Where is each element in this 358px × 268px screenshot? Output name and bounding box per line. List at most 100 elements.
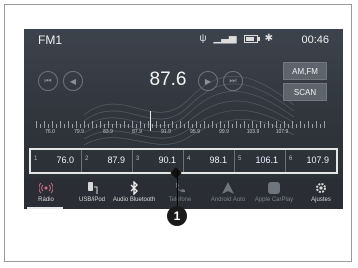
nav-label: Rádio	[38, 197, 54, 203]
scale-label: 99.9	[219, 129, 229, 135]
scale-label: 83.9	[103, 129, 113, 135]
seek-forward-icon: ▶	[204, 76, 212, 86]
skip-back-button[interactable]: ⏮	[38, 71, 58, 91]
scale-label: 87.9	[132, 129, 142, 135]
scale-tick	[320, 124, 321, 128]
scale-tick	[304, 124, 305, 128]
scale-tick	[44, 121, 45, 128]
scale-tick	[80, 124, 81, 128]
scale-tick	[164, 121, 165, 128]
nav-label: Telefone	[168, 197, 192, 203]
callout-number: 1	[167, 206, 187, 226]
scale-tick	[88, 124, 89, 128]
scale-tick	[40, 124, 41, 128]
scale-tick	[248, 124, 249, 128]
seek-back-button[interactable]: ◀	[63, 71, 83, 91]
preset-frequency: 76.0	[56, 155, 74, 165]
scale-tick	[216, 124, 217, 128]
scale-tick	[112, 124, 113, 128]
preset-number: 3	[136, 156, 140, 162]
scale-tick	[84, 121, 85, 128]
nav-audio-bluetooth[interactable]: Audio Bluetooth	[112, 178, 156, 209]
band-label: FM1	[38, 33, 62, 47]
scale-tick	[228, 121, 229, 128]
preset-button[interactable]: 5 106.1	[235, 150, 286, 172]
scale-tick	[188, 121, 189, 128]
scale-tick	[280, 124, 281, 128]
nav-label: Apple CarPlay	[254, 197, 294, 203]
status-bar: FM1 ψ ▁▃▅ ✱ 00:46	[24, 29, 343, 51]
scale-tick	[160, 124, 161, 128]
scale-tick	[284, 121, 285, 128]
seek-back-icon: ◀	[69, 76, 77, 86]
tuning-scale[interactable]	[36, 116, 336, 128]
skip-back-icon: ⏮	[44, 76, 52, 85]
nav-radio[interactable]: Rádio	[26, 178, 66, 209]
nav-label: Ajustes	[311, 197, 331, 203]
nav-apple-carplay[interactable]: Apple CarPlay	[252, 178, 296, 209]
scale-tick	[260, 121, 261, 128]
scale-tick	[72, 124, 73, 128]
scale-tick	[64, 124, 65, 128]
nav-label: Audio Bluetooth	[112, 197, 156, 203]
preset-frequency: 87.9	[107, 155, 125, 165]
scale-tick	[156, 121, 157, 128]
am-fm-button[interactable]: AM,FM	[283, 62, 327, 80]
tuning-needle[interactable]	[150, 111, 151, 131]
scale-label: 91.9	[161, 129, 171, 135]
scale-tick	[144, 124, 145, 128]
nav-android-auto[interactable]: Android Auto	[206, 178, 250, 209]
signal-icon: ▁▃▅	[213, 33, 237, 44]
phone-icon	[175, 183, 185, 193]
scale-tick	[308, 121, 309, 128]
scale-tick	[92, 121, 93, 128]
preset-button[interactable]: 6 107.9	[286, 150, 336, 172]
scale-tick	[200, 124, 201, 128]
scale-label: 76.0	[45, 129, 55, 135]
scale-tick	[192, 124, 193, 128]
nav-ajustes[interactable]: Ajustes	[302, 178, 340, 209]
usb-ipod-icon	[88, 182, 98, 194]
scale-tick	[300, 121, 301, 128]
scale-tick	[240, 124, 241, 128]
scale-tick	[176, 124, 177, 128]
preset-button[interactable]: 2 87.9	[82, 150, 133, 172]
scale-tick	[212, 121, 213, 128]
scale-tick	[136, 124, 137, 128]
scale-tick	[96, 124, 97, 128]
nav-label: USB/iPod	[78, 197, 105, 203]
scale-tick	[108, 121, 109, 128]
scale-tick	[140, 121, 141, 128]
preset-number: 2	[85, 156, 89, 162]
scale-tick	[268, 121, 269, 128]
preset-number: 5	[238, 156, 242, 162]
nav-telefone[interactable]: Telefone	[160, 178, 200, 209]
scale-tick	[232, 124, 233, 128]
scale-tick	[152, 124, 153, 128]
scale-tick	[264, 124, 265, 128]
scale-tick	[224, 124, 225, 128]
nav-usb-ipod[interactable]: USB/iPod	[72, 178, 112, 209]
seek-forward-button[interactable]: ▶	[198, 71, 218, 91]
android-auto-icon	[222, 182, 234, 194]
scale-tick	[208, 124, 209, 128]
scale-tick	[196, 121, 197, 128]
skip-forward-button[interactable]: ⏭	[223, 71, 243, 91]
scale-tick	[316, 121, 317, 128]
scale-tick	[184, 124, 185, 128]
scale-label: 103.9	[246, 129, 260, 135]
scale-tick	[104, 124, 105, 128]
preset-button[interactable]: 1 76.0	[31, 150, 82, 172]
scale-tick	[244, 121, 245, 128]
preset-bar: 1 76.0 2 87.9 3 90.1 4 98.1 5 106.1 6 107.9	[29, 148, 338, 174]
skip-forward-icon: ⏭	[229, 76, 237, 85]
preset-button[interactable]: 4 98.1	[184, 150, 235, 172]
usb-icon: ψ	[199, 33, 207, 44]
scale-tick	[120, 124, 121, 128]
scale-tick	[204, 121, 205, 128]
scan-button[interactable]: SCAN	[283, 83, 327, 101]
battery-icon	[243, 35, 260, 43]
scale-tick	[296, 124, 297, 128]
bluetooth-icon	[130, 181, 138, 195]
preset-frequency: 106.1	[255, 155, 278, 165]
